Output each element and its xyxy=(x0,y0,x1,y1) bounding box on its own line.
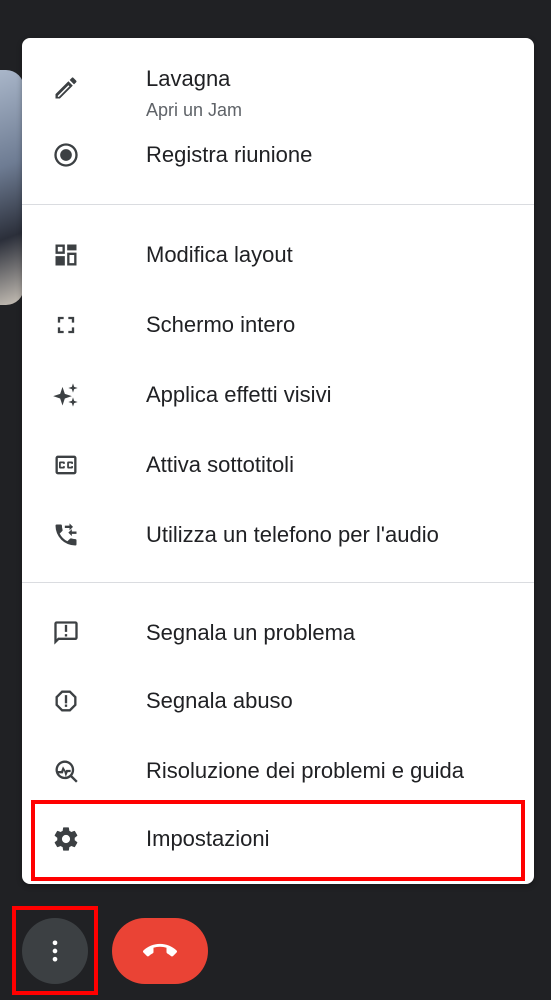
menu-item-label: Risoluzione dei problemi e guida xyxy=(146,758,464,783)
menu-item-report-problem[interactable]: Segnala un problema xyxy=(22,608,534,658)
phone-forward-icon xyxy=(52,521,80,549)
menu-item-report-abuse[interactable]: Segnala abuso xyxy=(22,676,534,726)
end-call-button[interactable] xyxy=(112,918,208,984)
menu-item-change-layout[interactable]: Modifica layout xyxy=(22,230,534,280)
menu-item-label: Segnala abuso xyxy=(146,688,293,713)
menu-item-fullscreen[interactable]: Schermo intero xyxy=(22,300,534,350)
menu-item-label: Modifica layout xyxy=(146,242,293,267)
sparkle-icon xyxy=(52,381,80,409)
troubleshoot-icon xyxy=(52,757,80,785)
menu-item-label: Segnala un problema xyxy=(146,620,356,645)
layout-icon xyxy=(52,241,80,269)
settings-highlight-box xyxy=(31,800,525,881)
menu-item-troubleshooting[interactable]: Risoluzione dei problemi e guida xyxy=(22,746,534,796)
menu-item-label: Registra riunione xyxy=(146,142,313,167)
more-options-highlight-box xyxy=(12,906,98,995)
participant-video-tile xyxy=(0,70,24,305)
menu-item-captions[interactable]: Attiva sottotitoli xyxy=(22,440,534,490)
call-end-icon xyxy=(143,943,177,957)
record-icon xyxy=(52,141,80,169)
menu-item-label: Utilizza un telefono per l'audio xyxy=(146,522,439,547)
menu-item-visual-effects[interactable]: Applica effetti visivi xyxy=(22,370,534,420)
fullscreen-icon xyxy=(52,311,80,339)
feedback-icon xyxy=(52,619,80,647)
menu-item-label: Lavagna xyxy=(146,66,231,91)
menu-item-sublabel: Apri un Jam xyxy=(146,100,243,120)
menu-item-record-meeting[interactable]: Registra riunione xyxy=(22,130,534,180)
report-icon xyxy=(52,687,80,715)
menu-divider xyxy=(22,582,534,583)
menu-item-label: Attiva sottotitoli xyxy=(146,452,294,477)
more-options-menu: Lavagna Apri un Jam Registra riunione Mo… xyxy=(22,38,534,884)
pencil-icon xyxy=(52,74,80,102)
menu-divider xyxy=(22,204,534,205)
menu-item-phone-audio[interactable]: Utilizza un telefono per l'audio xyxy=(22,510,534,560)
menu-item-label: Schermo intero xyxy=(146,312,296,337)
menu-item-label: Applica effetti visivi xyxy=(146,382,332,407)
closed-caption-icon xyxy=(52,451,80,479)
